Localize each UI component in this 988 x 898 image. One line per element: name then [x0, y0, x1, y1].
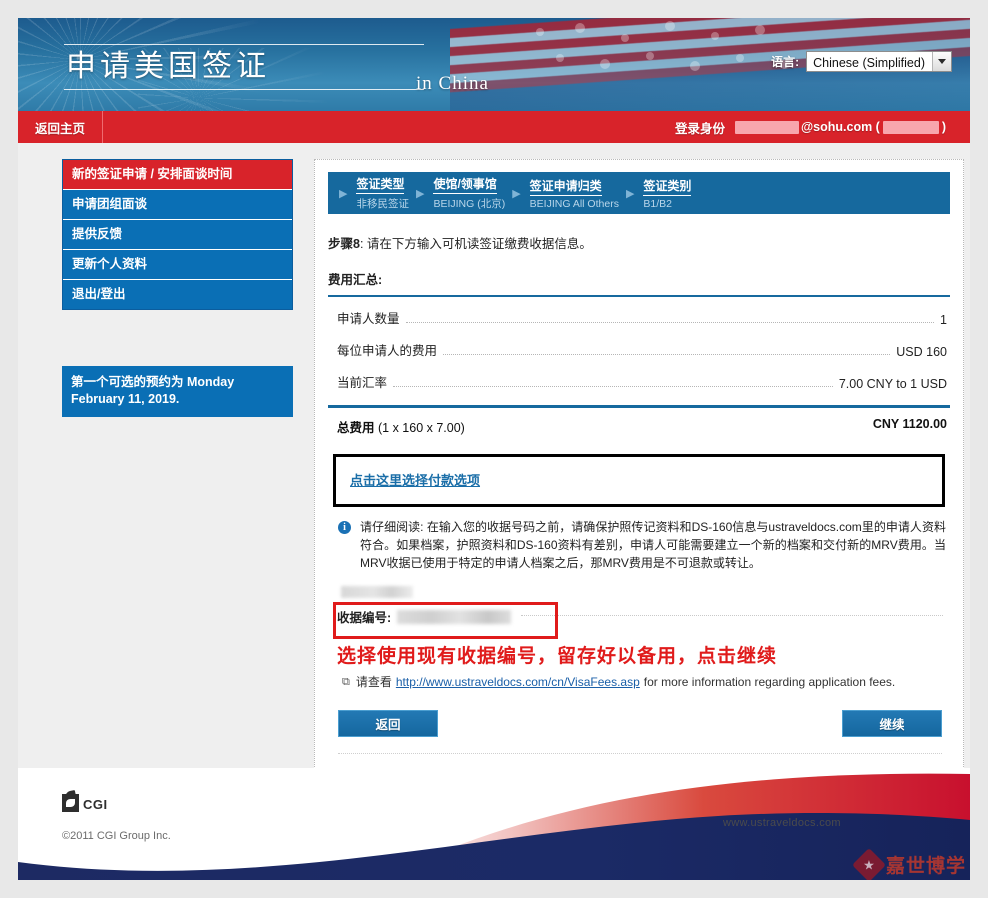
- language-select-value: Chinese (Simplified): [813, 56, 925, 70]
- user-email-close: ): [941, 120, 946, 134]
- cgi-logo: CGI: [62, 794, 108, 812]
- sidebar: 新的签证申请 / 安排面谈时间 申请团组面谈 提供反馈 更新个人资料 退出/登出…: [18, 159, 293, 768]
- first-available-appointment-notice: 第一个可选的预约为 Monday February 11, 2019.: [62, 366, 293, 417]
- fee-row-per-applicant: 每位申请人的费用 USD 160: [328, 329, 950, 361]
- info-icon: i: [338, 521, 351, 534]
- redaction-block-name: [882, 120, 939, 134]
- fee-total-label-text: 总费用: [337, 421, 375, 435]
- step-number: 步骤8: [328, 237, 360, 251]
- dotted-leader: [521, 614, 943, 616]
- breadcrumb-step-title: 签证类别: [643, 177, 692, 196]
- payment-options-link[interactable]: 点击这里选择付款选项: [350, 473, 480, 488]
- annotation-text: 选择使用现有收据编号，留存好以备用，点击继续: [337, 646, 778, 667]
- fee-total-row: 总费用 (1 x 160 x 7.00) CNY 1120.00: [328, 408, 950, 436]
- fee-row-value: 7.00 CNY to 1 USD: [838, 377, 947, 391]
- action-button-row: 返回 继续: [338, 710, 942, 754]
- payment-options-box: 点击这里选择付款选项: [333, 454, 945, 507]
- fee-total-value: CNY 1120.00: [872, 417, 947, 431]
- chevron-right-icon: ▶: [339, 187, 348, 200]
- sidebar-item-group-interview[interactable]: 申请团组面谈: [63, 190, 292, 220]
- breadcrumb-step-value: B1/B2: [643, 197, 673, 210]
- fee-total-formula: (1 x 160 x 7.00): [374, 421, 465, 435]
- breadcrumb-step-category[interactable]: 签证申请归类 BEIJING All Others: [529, 177, 619, 210]
- breadcrumb-step-value: 非移民签证: [356, 198, 409, 210]
- continue-button[interactable]: 继续: [842, 710, 942, 737]
- nav-home-link[interactable]: 返回主页: [18, 111, 104, 143]
- fee-row-applicant-count: 申请人数量 1: [328, 297, 950, 329]
- fee-row-label: 当前汇率: [337, 376, 388, 390]
- user-email: @sohu.com ( ): [734, 120, 946, 134]
- visa-fees-link-prefix: 请查看: [355, 675, 392, 689]
- top-navbar: 返回主页 登录身份 @sohu.com ( ): [18, 111, 970, 143]
- login-status-label: 登录身份: [674, 121, 725, 136]
- login-status-group: 登录身份 @sohu.com ( ): [675, 111, 970, 143]
- back-button[interactable]: 返回: [338, 710, 438, 737]
- user-email-suffix: @sohu.com (: [800, 120, 880, 134]
- sidebar-item-feedback[interactable]: 提供反馈: [63, 220, 292, 250]
- site-footer: CGI ©2011 CGI Group Inc. www.ustraveldoc…: [18, 768, 970, 880]
- breadcrumb-step-title: 使馆/领事馆: [433, 175, 497, 194]
- watermark: ★ 嘉世博学: [852, 847, 966, 880]
- cgi-mark-icon: [62, 794, 79, 812]
- fee-row-label: 申请人数量: [337, 312, 400, 326]
- banner-title-wrap: 申请美国签证: [64, 44, 424, 90]
- breadcrumb-step-post[interactable]: 使馆/领事馆 BEIJING (北京): [433, 175, 505, 211]
- graduation-cap-icon: ★: [852, 847, 886, 880]
- breadcrumb-step-value: BEIJING (北京): [433, 198, 506, 210]
- receipt-number-label: 收据编号:: [337, 611, 392, 625]
- visa-fees-link-suffix: for more information regarding applicati…: [643, 674, 896, 689]
- step-instruction-text: : 请在下方输入可机读签证缴费收据信息。: [359, 237, 592, 251]
- sidebar-item-update-profile[interactable]: 更新个人资料: [63, 250, 292, 280]
- receipt-number-value-redacted[interactable]: [397, 609, 512, 624]
- dotted-leader: [393, 386, 833, 387]
- redaction-block-email: [734, 120, 799, 134]
- chevron-down-icon[interactable]: [932, 52, 951, 71]
- fee-row-exchange-rate: 当前汇率 7.00 CNY to 1 USD: [328, 361, 950, 393]
- chevron-right-icon: ▶: [415, 187, 425, 200]
- footer-site-url: www.ustraveldocs.com: [723, 817, 841, 829]
- fee-row-value: 1: [940, 313, 947, 327]
- language-label: 语言:: [771, 55, 800, 69]
- breadcrumb-step-title: 签证类型: [356, 175, 405, 194]
- banner-subtitle: in China: [416, 73, 489, 94]
- site-banner: 申请美国签证 in China 语言: Chinese (Simplified): [18, 18, 970, 111]
- step-instruction: 步骤8: 请在下方输入可机读签证缴费收据信息。: [328, 233, 950, 252]
- chevron-right-icon: ▶: [512, 187, 521, 200]
- info-note-text: 请仔细阅读: 在输入您的收据号码之前，请确保护照传记资料和DS-160信息与us…: [360, 520, 946, 570]
- receipt-number-row: 收据编号:: [333, 602, 947, 639]
- sidebar-menu: 新的签证申请 / 安排面谈时间 申请团组面谈 提供反馈 更新个人资料 退出/登出: [62, 159, 293, 310]
- sidebar-item-logout[interactable]: 退出/登出: [63, 280, 292, 309]
- fee-row-label: 每位申请人的费用: [337, 344, 438, 358]
- cgi-logo-text: CGI: [83, 797, 108, 812]
- chevron-right-icon: ▶: [625, 187, 635, 200]
- fee-total-label: 总费用 (1 x 160 x 7.00): [337, 417, 465, 436]
- body-area: 新的签证申请 / 安排面谈时间 申请团组面谈 提供反馈 更新个人资料 退出/登出…: [18, 143, 970, 769]
- breadcrumb-step-title: 签证申请归类: [529, 177, 602, 196]
- language-select[interactable]: Chinese (Simplified): [806, 51, 952, 72]
- sidebar-item-new-application[interactable]: 新的签证申请 / 安排面谈时间: [63, 160, 292, 190]
- dotted-leader: [443, 354, 891, 355]
- fee-row-value: USD 160: [896, 345, 947, 359]
- visa-fees-link[interactable]: http://www.ustraveldocs.com/cn/VisaFees.…: [396, 675, 640, 689]
- page-title: 申请美国签证: [64, 44, 424, 90]
- watermark-text: 嘉世博学: [885, 856, 966, 877]
- page-container: 申请美国签证 in China 语言: Chinese (Simplified)…: [18, 18, 970, 880]
- dotted-leader: [405, 322, 935, 323]
- breadcrumb-step-visa-class[interactable]: 签证类别 B1/B2: [643, 177, 692, 210]
- copyright-text: ©2011 CGI Group Inc.: [62, 830, 171, 842]
- redaction-block-upper: [341, 586, 413, 598]
- content-panel: ▶ 签证类型 非移民签证 ▶ 使馆/领事馆 BEIJING (北京) ▶ 签证申…: [314, 159, 964, 769]
- info-note: i 请仔细阅读: 在输入您的收据号码之前，请确保护照传记资料和DS-160信息与…: [332, 518, 946, 572]
- language-selector-group: 语言: Chinese (Simplified): [771, 51, 952, 72]
- breadcrumb-step-visa-type[interactable]: 签证类型 非移民签证: [356, 175, 409, 211]
- breadcrumb: ▶ 签证类型 非移民签证 ▶ 使馆/领事馆 BEIJING (北京) ▶ 签证申…: [328, 172, 950, 214]
- visa-fees-link-row: ⧉ 请查看 http://www.ustraveldocs.com/cn/Vis…: [342, 673, 950, 690]
- fee-summary-title: 费用汇总:: [328, 269, 950, 297]
- external-link-icon: ⧉: [342, 674, 350, 688]
- breadcrumb-step-value: BEIJING All Others: [529, 197, 619, 210]
